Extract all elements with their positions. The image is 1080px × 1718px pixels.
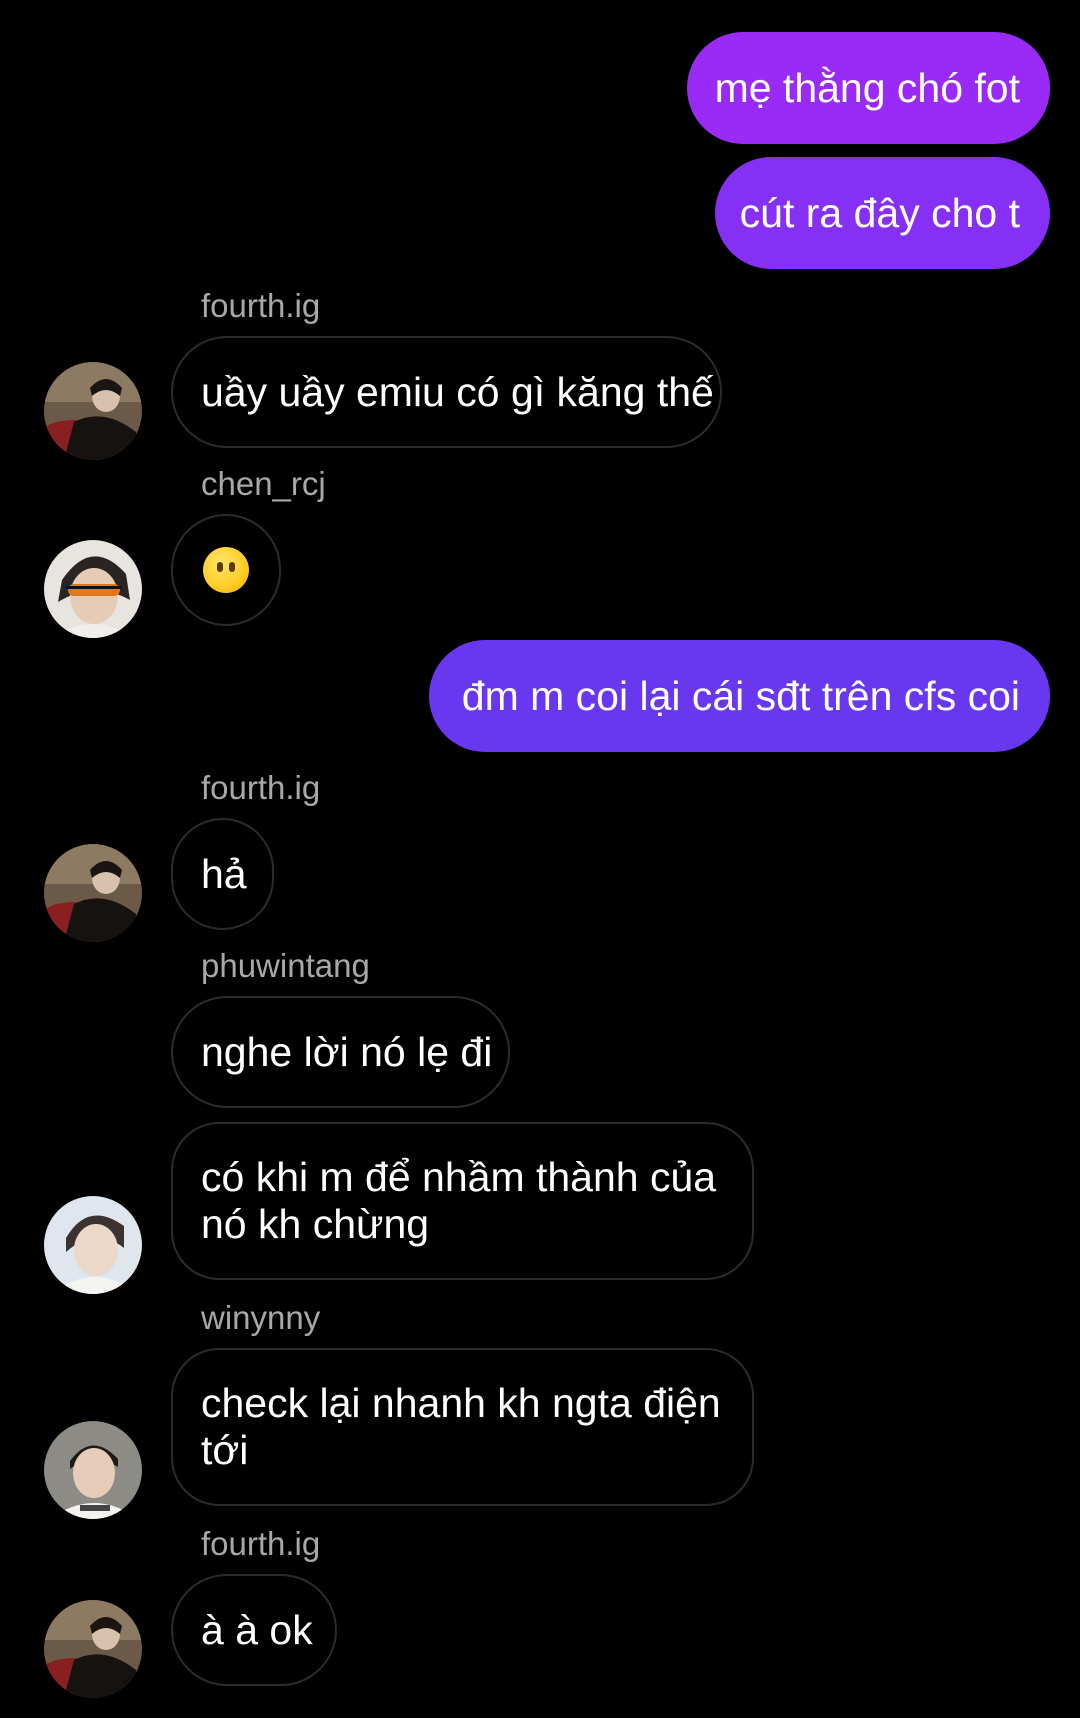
incoming-message-bubble[interactable]: à à ok xyxy=(171,1574,337,1686)
emoji-eye xyxy=(229,562,235,572)
sender-name: winynny xyxy=(201,1299,321,1336)
incoming-message-bubble[interactable]: nghe lời nó lẹ đi xyxy=(171,996,510,1108)
chat-thread: mẹ thằng chó fot cút ra đây cho t fourth… xyxy=(0,0,1080,1718)
message-text: đm m coi lại cái sđt trên cfs coi xyxy=(461,672,1020,719)
avatar-image xyxy=(44,362,142,460)
incoming-message-bubble[interactable]: hả xyxy=(171,818,274,930)
neutral-face-emoji-icon xyxy=(203,547,249,593)
avatar[interactable] xyxy=(44,540,142,638)
avatar[interactable] xyxy=(44,1421,142,1519)
message-text: có khi m để nhầm thành của nó kh chừng xyxy=(201,1154,717,1247)
avatar[interactable] xyxy=(44,362,142,460)
incoming-message-bubble[interactable]: có khi m để nhầm thành của nó kh chừng xyxy=(171,1122,754,1280)
outgoing-message-bubble[interactable]: cút ra đây cho t xyxy=(715,157,1050,269)
sender-name: fourth.ig xyxy=(201,769,321,806)
message-text: mẹ thằng chó fot xyxy=(714,64,1020,111)
avatar-image xyxy=(44,540,142,638)
sender-name: fourth.ig xyxy=(201,1525,321,1562)
incoming-message-bubble[interactable]: uầy uầy emiu có gì kăng thế xyxy=(171,336,722,448)
avatar-image xyxy=(44,844,142,942)
incoming-message-bubble[interactable]: check lại nhanh kh ngta điện tới xyxy=(171,1348,754,1506)
outgoing-message-bubble[interactable]: đm m coi lại cái sđt trên cfs coi xyxy=(429,640,1050,752)
avatar-image xyxy=(44,1600,142,1698)
sender-name: fourth.ig xyxy=(201,287,321,324)
avatar-image xyxy=(44,1421,142,1519)
outgoing-message-bubble[interactable]: mẹ thằng chó fot xyxy=(687,32,1050,144)
message-text: hả xyxy=(201,850,247,897)
incoming-message-bubble[interactable] xyxy=(171,514,281,626)
message-text: check lại nhanh kh ngta điện tới xyxy=(201,1380,721,1473)
message-text: nghe lời nó lẹ đi xyxy=(201,1028,493,1075)
avatar-image xyxy=(44,1196,142,1294)
emoji-eye xyxy=(217,562,223,572)
avatar[interactable] xyxy=(44,1196,142,1294)
message-text: cút ra đây cho t xyxy=(739,189,1020,236)
avatar[interactable] xyxy=(44,1600,142,1698)
avatar[interactable] xyxy=(44,844,142,942)
message-text: uầy uầy emiu có gì kăng thế xyxy=(201,368,714,415)
sender-name: chen_rcj xyxy=(201,465,326,502)
sender-name: phuwintang xyxy=(201,947,370,984)
message-text: à à ok xyxy=(201,1606,313,1653)
